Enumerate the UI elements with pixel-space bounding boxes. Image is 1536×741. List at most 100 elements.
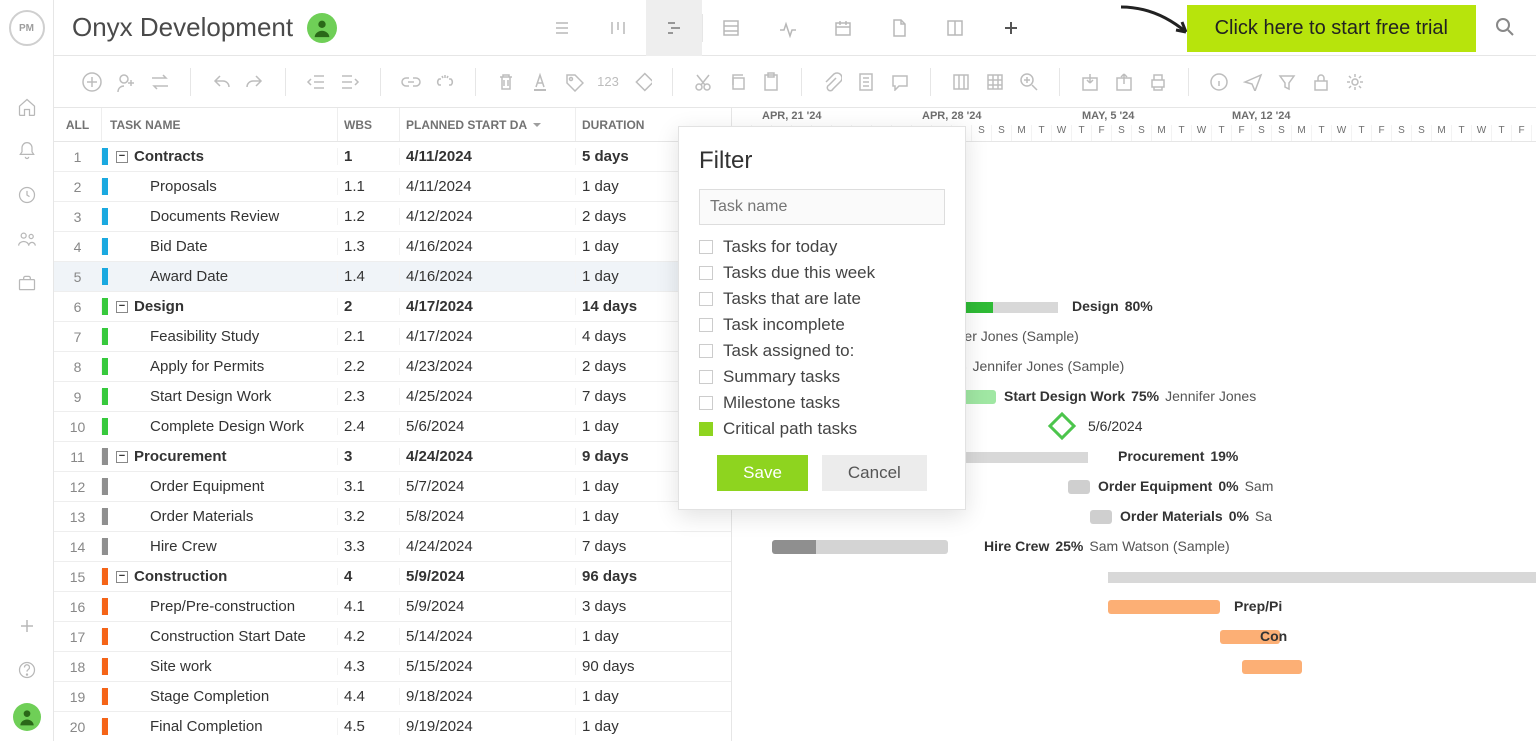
task-name-cell[interactable]: Stage Completion	[102, 688, 338, 705]
user-avatar[interactable]	[13, 703, 41, 731]
unlink-icon[interactable]	[431, 68, 459, 96]
filter-option[interactable]: Task incomplete	[699, 315, 945, 335]
clock-icon[interactable]	[16, 184, 38, 206]
gantt-task-bar[interactable]	[1068, 480, 1090, 494]
task-name-cell[interactable]: Construction Start Date	[102, 628, 338, 645]
lock-icon[interactable]	[1307, 68, 1335, 96]
import-icon[interactable]	[1076, 68, 1104, 96]
task-row[interactable]: 16Prep/Pre-construction4.15/9/20243 days	[54, 592, 731, 622]
add-task-icon[interactable]	[78, 68, 106, 96]
filter-option[interactable]: Tasks due this week	[699, 263, 945, 283]
milestone-tool-icon[interactable]	[628, 68, 656, 96]
free-trial-button[interactable]: Click here to start free trial	[1187, 5, 1476, 52]
task-name-cell[interactable]: Feasibility Study	[102, 328, 338, 345]
task-row[interactable]: 2Proposals1.14/11/20241 day	[54, 172, 731, 202]
filter-option[interactable]: Critical path tasks	[699, 419, 945, 439]
task-name-cell[interactable]: Final Completion	[102, 718, 338, 735]
gantt-task-bar[interactable]	[772, 540, 948, 554]
milestone-icon[interactable]	[1048, 412, 1076, 440]
task-row[interactable]: 7Feasibility Study2.14/17/20244 days	[54, 322, 731, 352]
task-name-cell[interactable]: Start Design Work	[102, 388, 338, 405]
task-name-cell[interactable]: −Design	[102, 298, 338, 315]
columns-icon[interactable]	[947, 68, 975, 96]
attach-icon[interactable]	[818, 68, 846, 96]
format-num-icon[interactable]: 123	[594, 68, 622, 96]
gantt-view-icon[interactable]	[646, 0, 702, 56]
task-row[interactable]: 8Apply for Permits2.24/23/20242 days	[54, 352, 731, 382]
filter-option[interactable]: Tasks for today	[699, 237, 945, 257]
search-icon[interactable]	[1494, 16, 1516, 41]
filter-cancel-button[interactable]: Cancel	[822, 455, 927, 491]
assign-icon[interactable]	[112, 68, 140, 96]
checkbox-icon[interactable]	[699, 240, 713, 254]
redo-icon[interactable]	[241, 68, 269, 96]
task-row[interactable]: 20Final Completion4.59/19/20241 day	[54, 712, 731, 741]
comment-icon[interactable]	[886, 68, 914, 96]
task-name-cell[interactable]: Hire Crew	[102, 538, 338, 555]
team-icon[interactable]	[16, 228, 38, 250]
indent-icon[interactable]	[336, 68, 364, 96]
task-row[interactable]: 5Award Date1.44/16/20241 day	[54, 262, 731, 292]
logo-icon[interactable]: PM	[9, 10, 45, 46]
send-icon[interactable]	[1239, 68, 1267, 96]
task-row[interactable]: 14Hire Crew3.34/24/20247 days	[54, 532, 731, 562]
task-row[interactable]: 11−Procurement34/24/20249 days	[54, 442, 731, 472]
task-row[interactable]: 9Start Design Work2.34/25/20247 days	[54, 382, 731, 412]
activity-view-icon[interactable]	[759, 0, 815, 56]
cut-icon[interactable]	[689, 68, 717, 96]
calendar-view-icon[interactable]	[815, 0, 871, 56]
copy-icon[interactable]	[723, 68, 751, 96]
sync-icon[interactable]	[146, 68, 174, 96]
paste-icon[interactable]	[757, 68, 785, 96]
outdent-icon[interactable]	[302, 68, 330, 96]
task-name-cell[interactable]: Apply for Permits	[102, 358, 338, 375]
header-start[interactable]: PLANNED START DA	[400, 108, 576, 141]
panel-view-icon[interactable]	[927, 0, 983, 56]
task-name-cell[interactable]: Prep/Pre-construction	[102, 598, 338, 615]
task-row[interactable]: 3Documents Review1.24/12/20242 days	[54, 202, 731, 232]
note-icon[interactable]	[852, 68, 880, 96]
tag-icon[interactable]	[560, 68, 588, 96]
checkbox-icon[interactable]	[699, 266, 713, 280]
task-row[interactable]: 15−Construction45/9/202496 days	[54, 562, 731, 592]
collapse-icon[interactable]: −	[116, 451, 128, 463]
home-icon[interactable]	[16, 96, 38, 118]
task-row[interactable]: 10Complete Design Work2.45/6/20241 day	[54, 412, 731, 442]
print-icon[interactable]	[1144, 68, 1172, 96]
bell-icon[interactable]	[16, 140, 38, 162]
filter-option[interactable]: Tasks that are late	[699, 289, 945, 309]
plus-icon[interactable]	[16, 615, 38, 637]
checkbox-icon[interactable]	[699, 318, 713, 332]
task-name-cell[interactable]: −Construction	[102, 568, 338, 585]
collapse-icon[interactable]: −	[116, 151, 128, 163]
grid-icon[interactable]	[981, 68, 1009, 96]
filter-icon[interactable]	[1273, 68, 1301, 96]
gantt-task-bar[interactable]	[1108, 600, 1220, 614]
export-icon[interactable]	[1110, 68, 1138, 96]
settings-icon[interactable]	[1341, 68, 1369, 96]
task-row[interactable]: 17Construction Start Date4.25/14/20241 d…	[54, 622, 731, 652]
help-icon[interactable]	[16, 659, 38, 681]
task-row[interactable]: 19Stage Completion4.49/18/20241 day	[54, 682, 731, 712]
task-row[interactable]: 18Site work4.35/15/202490 days	[54, 652, 731, 682]
gantt-task-bar[interactable]	[1090, 510, 1112, 524]
checkbox-icon[interactable]	[699, 422, 713, 436]
task-row[interactable]: 6−Design24/17/202414 days	[54, 292, 731, 322]
task-name-cell[interactable]: Documents Review	[102, 208, 338, 225]
gantt-task-bar[interactable]	[1242, 660, 1302, 674]
task-name-cell[interactable]: Site work	[102, 658, 338, 675]
delete-icon[interactable]	[492, 68, 520, 96]
header-task-name[interactable]: TASK NAME	[102, 108, 338, 141]
link-icon[interactable]	[397, 68, 425, 96]
info-icon[interactable]	[1205, 68, 1233, 96]
task-row[interactable]: 12Order Equipment3.15/7/20241 day	[54, 472, 731, 502]
file-view-icon[interactable]	[871, 0, 927, 56]
task-name-cell[interactable]: Award Date	[102, 268, 338, 285]
task-name-cell[interactable]: Bid Date	[102, 238, 338, 255]
task-name-cell[interactable]: −Procurement	[102, 448, 338, 465]
list-view-icon[interactable]	[534, 0, 590, 56]
checkbox-icon[interactable]	[699, 396, 713, 410]
filter-option[interactable]: Milestone tasks	[699, 393, 945, 413]
undo-icon[interactable]	[207, 68, 235, 96]
task-name-cell[interactable]: Proposals	[102, 178, 338, 195]
